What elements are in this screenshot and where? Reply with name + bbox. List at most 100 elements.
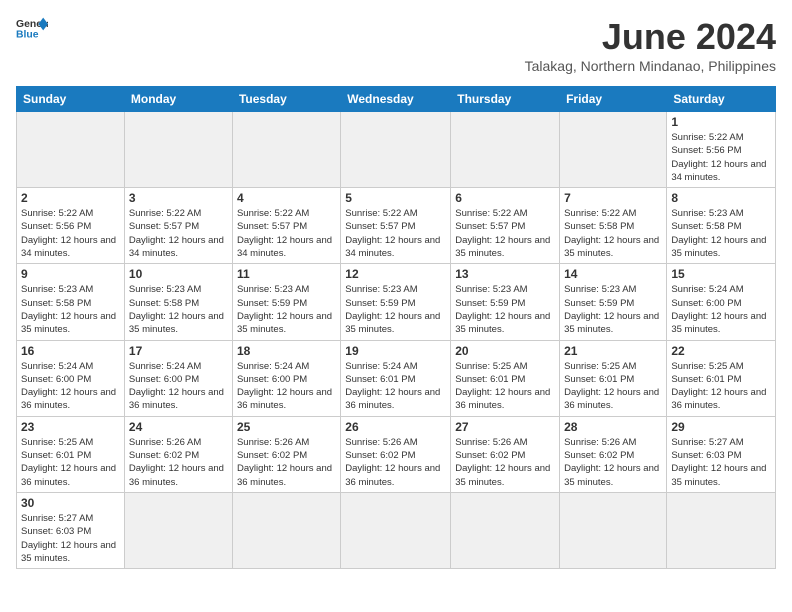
day-info: Sunrise: 5:22 AM Sunset: 5:57 PM Dayligh… — [345, 207, 446, 260]
calendar-cell — [560, 112, 667, 188]
day-info: Sunrise: 5:25 AM Sunset: 6:01 PM Dayligh… — [21, 436, 120, 489]
svg-text:Blue: Blue — [16, 30, 39, 41]
day-number: 2 — [21, 191, 120, 205]
day-number: 17 — [129, 344, 228, 358]
column-headers: Sunday Monday Tuesday Wednesday Thursday… — [17, 87, 776, 112]
calendar-cell — [667, 492, 776, 568]
day-number: 23 — [21, 420, 120, 434]
calendar-week-4: 16Sunrise: 5:24 AM Sunset: 6:00 PM Dayli… — [17, 340, 776, 416]
calendar-cell: 28 Sunrise: 5:26 AM Sunset: 6:02 PM Dayli… — [560, 416, 667, 492]
day-number: 29 — [671, 420, 771, 434]
calendar-cell: 3Sunrise: 5:22 AM Sunset: 5:57 PM Daylig… — [124, 188, 232, 264]
calendar-cell: 24 Sunrise: 5:26 AM Sunset: 6:02 PM Dayli… — [124, 416, 232, 492]
calendar-cell: 8Sunrise: 5:23 AM Sunset: 5:58 PM Daylig… — [667, 188, 776, 264]
day-info: Sunrise: 5:23 AM Sunset: 5:59 PM Dayligh… — [345, 283, 446, 336]
calendar-cell: 21 Sunrise: 5:25 AM Sunset: 6:01 PM Dayli… — [560, 340, 667, 416]
day-number: 15 — [671, 267, 771, 281]
calendar-cell — [124, 492, 232, 568]
calendar-cell: 17 Sunrise: 5:24 AM Sunset: 6:00 PM Dayli… — [124, 340, 232, 416]
day-info: Sunrise: 5:22 AM Sunset: 5:56 PM Dayligh… — [21, 207, 120, 260]
day-number: 19 — [345, 344, 446, 358]
day-info: Sunrise: 5:22 AM Sunset: 5:57 PM Dayligh… — [237, 207, 336, 260]
day-info: Sunrise: 5:26 AM Sunset: 6:02 PM Dayligh… — [129, 436, 228, 489]
calendar-cell: 5 Sunrise: 5:22 AM Sunset: 5:57 PM Daylig… — [341, 188, 451, 264]
day-info: Sunrise: 5:25 AM Sunset: 6:01 PM Dayligh… — [455, 360, 555, 413]
day-info: Sunrise: 5:24 AM Sunset: 6:00 PM Dayligh… — [21, 360, 120, 413]
day-info: Sunrise: 5:23 AM Sunset: 5:59 PM Dayligh… — [455, 283, 555, 336]
calendar-cell — [341, 492, 451, 568]
page-header: General Blue June 2024 Talakag, Northern… — [16, 16, 776, 74]
day-info: Sunrise: 5:23 AM Sunset: 5:59 PM Dayligh… — [237, 283, 336, 336]
day-number: 14 — [564, 267, 662, 281]
col-saturday: Saturday — [667, 87, 776, 112]
day-info: Sunrise: 5:23 AM Sunset: 5:58 PM Dayligh… — [21, 283, 120, 336]
day-number: 1 — [671, 115, 771, 129]
calendar-cell: 22 Sunrise: 5:25 AM Sunset: 6:01 PM Dayli… — [667, 340, 776, 416]
calendar-cell: 12Sunrise: 5:23 AM Sunset: 5:59 PM Dayli… — [341, 264, 451, 340]
day-number: 7 — [564, 191, 662, 205]
day-info: Sunrise: 5:24 AM Sunset: 6:01 PM Dayligh… — [345, 360, 446, 413]
calendar-cell: 25 Sunrise: 5:26 AM Sunset: 6:02 PM Dayli… — [232, 416, 340, 492]
generalblue-logo-icon: General Blue — [16, 16, 48, 44]
day-info: Sunrise: 5:25 AM Sunset: 6:01 PM Dayligh… — [564, 360, 662, 413]
calendar-cell — [17, 112, 125, 188]
day-info: Sunrise: 5:25 AM Sunset: 6:01 PM Dayligh… — [671, 360, 771, 413]
calendar-cell: 11Sunrise: 5:23 AM Sunset: 5:59 PM Dayli… — [232, 264, 340, 340]
calendar-cell: 30Sunrise: 5:27 AM Sunset: 6:03 PM Dayli… — [17, 492, 125, 568]
calendar-table: Sunday Monday Tuesday Wednesday Thursday… — [16, 86, 776, 569]
calendar-cell: 26Sunrise: 5:26 AM Sunset: 6:02 PM Dayli… — [341, 416, 451, 492]
day-info: Sunrise: 5:26 AM Sunset: 6:02 PM Dayligh… — [237, 436, 336, 489]
col-tuesday: Tuesday — [232, 87, 340, 112]
calendar-cell: 20 Sunrise: 5:25 AM Sunset: 6:01 PM Dayli… — [451, 340, 560, 416]
location-subtitle: Talakag, Northern Mindanao, Philippines — [525, 58, 776, 74]
day-number: 10 — [129, 267, 228, 281]
day-info: Sunrise: 5:26 AM Sunset: 6:02 PM Dayligh… — [564, 436, 662, 489]
day-number: 24 — [129, 420, 228, 434]
calendar-cell: 19 Sunrise: 5:24 AM Sunset: 6:01 PM Dayli… — [341, 340, 451, 416]
title-block: June 2024 Talakag, Northern Mindanao, Ph… — [525, 16, 776, 74]
calendar-cell: 15 Sunrise: 5:24 AM Sunset: 6:00 PM Dayli… — [667, 264, 776, 340]
day-number: 21 — [564, 344, 662, 358]
calendar-cell: 6Sunrise: 5:22 AM Sunset: 5:57 PM Daylig… — [451, 188, 560, 264]
calendar-cell: 29Sunrise: 5:27 AM Sunset: 6:03 PM Dayli… — [667, 416, 776, 492]
calendar-week-6: 30Sunrise: 5:27 AM Sunset: 6:03 PM Dayli… — [17, 492, 776, 568]
calendar-cell: 10 Sunrise: 5:23 AM Sunset: 5:58 PM Dayli… — [124, 264, 232, 340]
calendar-cell — [451, 492, 560, 568]
calendar-cell: 16Sunrise: 5:24 AM Sunset: 6:00 PM Dayli… — [17, 340, 125, 416]
day-info: Sunrise: 5:22 AM Sunset: 5:56 PM Dayligh… — [671, 131, 771, 184]
col-sunday: Sunday — [17, 87, 125, 112]
day-info: Sunrise: 5:26 AM Sunset: 6:02 PM Dayligh… — [455, 436, 555, 489]
day-number: 9 — [21, 267, 120, 281]
month-title: June 2024 — [525, 16, 776, 58]
day-number: 6 — [455, 191, 555, 205]
day-number: 20 — [455, 344, 555, 358]
calendar-cell — [232, 112, 340, 188]
logo: General Blue — [16, 16, 48, 44]
calendar-cell — [560, 492, 667, 568]
calendar-cell: 18 Sunrise: 5:24 AM Sunset: 6:00 PM Dayli… — [232, 340, 340, 416]
day-number: 13 — [455, 267, 555, 281]
day-info: Sunrise: 5:24 AM Sunset: 6:00 PM Dayligh… — [129, 360, 228, 413]
day-number: 18 — [237, 344, 336, 358]
day-info: Sunrise: 5:23 AM Sunset: 5:58 PM Dayligh… — [129, 283, 228, 336]
col-friday: Friday — [560, 87, 667, 112]
day-number: 8 — [671, 191, 771, 205]
calendar-cell — [451, 112, 560, 188]
day-info: Sunrise: 5:22 AM Sunset: 5:57 PM Dayligh… — [129, 207, 228, 260]
calendar-cell: 27 Sunrise: 5:26 AM Sunset: 6:02 PM Dayli… — [451, 416, 560, 492]
calendar-cell — [232, 492, 340, 568]
calendar-cell: 2 Sunrise: 5:22 AM Sunset: 5:56 PM Daylig… — [17, 188, 125, 264]
calendar-cell: 1 Sunrise: 5:22 AM Sunset: 5:56 PM Daylig… — [667, 112, 776, 188]
col-monday: Monday — [124, 87, 232, 112]
day-number: 25 — [237, 420, 336, 434]
day-info: Sunrise: 5:24 AM Sunset: 6:00 PM Dayligh… — [671, 283, 771, 336]
day-number: 26 — [345, 420, 446, 434]
day-number: 28 — [564, 420, 662, 434]
calendar-cell: 4Sunrise: 5:22 AM Sunset: 5:57 PM Daylig… — [232, 188, 340, 264]
calendar-week-2: 2 Sunrise: 5:22 AM Sunset: 5:56 PM Daylig… — [17, 188, 776, 264]
day-number: 5 — [345, 191, 446, 205]
day-info: Sunrise: 5:24 AM Sunset: 6:00 PM Dayligh… — [237, 360, 336, 413]
calendar-week-1: 1 Sunrise: 5:22 AM Sunset: 5:56 PM Daylig… — [17, 112, 776, 188]
day-number: 27 — [455, 420, 555, 434]
day-number: 22 — [671, 344, 771, 358]
